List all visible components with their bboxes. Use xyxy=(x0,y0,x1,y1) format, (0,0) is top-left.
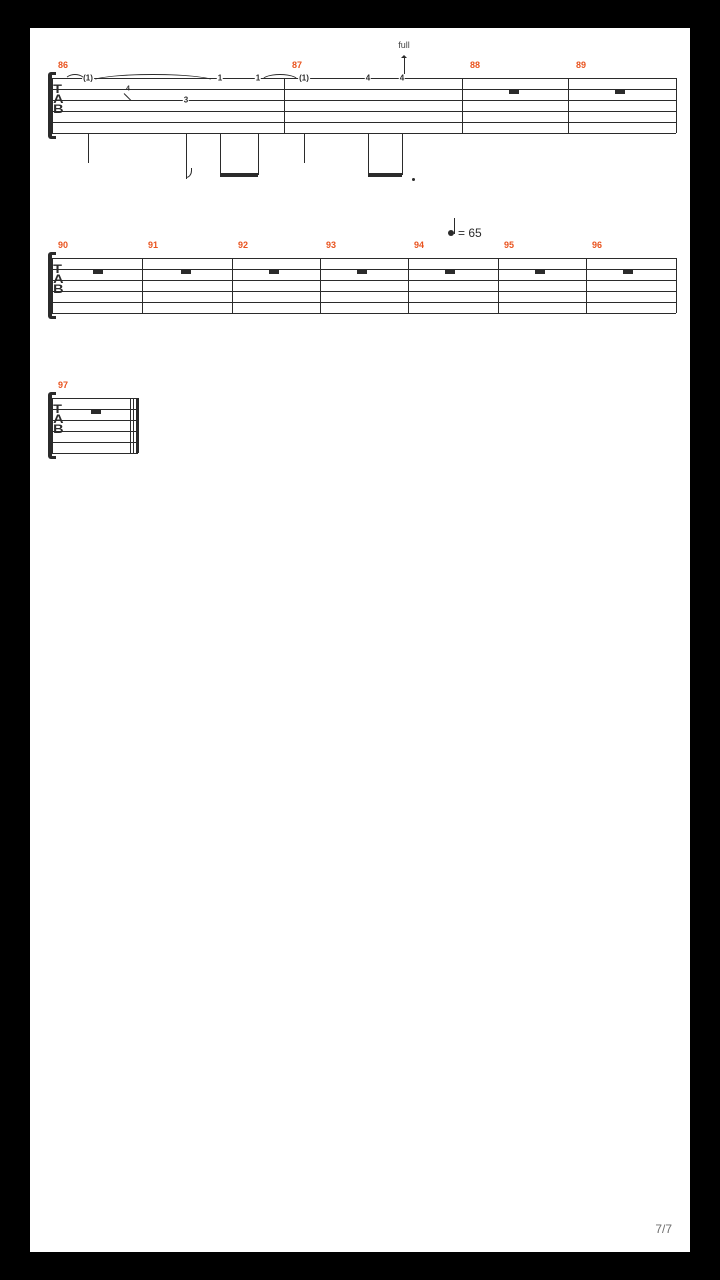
note-stem xyxy=(88,133,89,163)
beam xyxy=(220,173,258,177)
fret-number: 4 xyxy=(365,74,371,83)
tab-system-3: TAB 97 xyxy=(52,398,138,453)
grace-note: 4 xyxy=(126,86,130,93)
tempo-text: = 65 xyxy=(458,226,482,240)
whole-rest xyxy=(445,270,455,274)
barline xyxy=(232,258,233,313)
tab-clef: TAB xyxy=(54,264,63,294)
tab-clef: TAB xyxy=(54,404,63,434)
barline xyxy=(320,258,321,313)
measure-number: 87 xyxy=(292,60,302,70)
measure-number: 95 xyxy=(504,240,514,250)
quarter-note-icon xyxy=(448,230,454,236)
barline xyxy=(586,258,587,313)
whole-rest xyxy=(615,90,625,94)
measure-number: 89 xyxy=(576,60,586,70)
bend-label: full xyxy=(398,40,410,50)
whole-rest xyxy=(623,270,633,274)
note-stem xyxy=(402,133,403,175)
whole-rest xyxy=(269,270,279,274)
sheet-page: TAB 86878889(1)11(1)4434full TAB 9091929… xyxy=(30,28,690,1252)
fret-number: 4 xyxy=(399,74,405,83)
beam xyxy=(368,173,402,177)
whole-rest xyxy=(91,410,101,414)
tie-arc xyxy=(90,74,216,82)
measure-number: 97 xyxy=(58,380,68,390)
whole-rest xyxy=(181,270,191,274)
barline xyxy=(462,78,463,133)
barline xyxy=(498,258,499,313)
measure-number: 96 xyxy=(592,240,602,250)
note-flag xyxy=(186,168,192,178)
fret-number: 3 xyxy=(183,96,189,105)
note-stem xyxy=(258,133,259,175)
final-barline xyxy=(130,398,131,453)
measure-number: 86 xyxy=(58,60,68,70)
barline xyxy=(52,78,53,133)
note-stem xyxy=(220,133,221,175)
barline xyxy=(568,78,569,133)
bend-arrow-icon xyxy=(404,56,405,74)
rhythm-dot xyxy=(412,178,415,181)
whole-rest xyxy=(357,270,367,274)
tab-system-1: TAB 86878889(1)11(1)4434full xyxy=(52,78,676,133)
barline xyxy=(284,78,285,133)
tie-arc xyxy=(260,74,300,82)
whole-rest xyxy=(535,270,545,274)
measure-number: 90 xyxy=(58,240,68,250)
measure-number: 92 xyxy=(238,240,248,250)
tab-clef: TAB xyxy=(54,84,63,114)
measure-number: 88 xyxy=(470,60,480,70)
barline xyxy=(676,258,677,313)
whole-rest xyxy=(93,270,103,274)
barline xyxy=(676,78,677,133)
measure-number: 93 xyxy=(326,240,336,250)
page-number: 7/7 xyxy=(655,1222,672,1236)
whole-rest xyxy=(509,90,519,94)
barline xyxy=(142,258,143,313)
fret-number: 1 xyxy=(217,74,223,83)
tempo-mark: = 65 xyxy=(448,226,482,240)
tab-system-2: TAB 90919293949596= 65 xyxy=(52,258,676,313)
barline xyxy=(52,258,53,313)
measure-number: 91 xyxy=(148,240,158,250)
barline xyxy=(52,398,53,453)
measure-number: 94 xyxy=(414,240,424,250)
barline xyxy=(408,258,409,313)
note-stem xyxy=(304,133,305,163)
note-stem xyxy=(368,133,369,175)
